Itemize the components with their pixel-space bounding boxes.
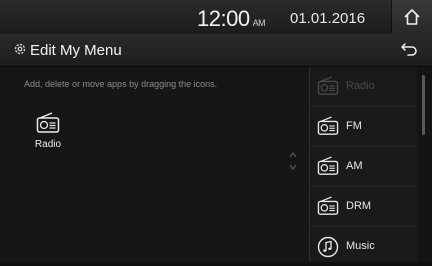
- status-bar: 12:00 AM 01.01.2016: [0, 0, 432, 34]
- app-list-label: AM: [346, 160, 363, 172]
- radio-icon: [317, 116, 339, 135]
- clock-time: 12:00: [197, 6, 250, 31]
- my-menu-area: Add, delete or move apps by dragging the…: [0, 67, 309, 262]
- my-menu-app-radio[interactable]: Radio: [30, 112, 66, 150]
- app-list: Radio FM AM DRM Music: [309, 67, 418, 262]
- app-list-scrollbar[interactable]: [417, 67, 432, 262]
- gear-icon: [14, 43, 26, 55]
- app-list-label: Music: [346, 240, 375, 252]
- date: 01.01.2016: [290, 10, 366, 27]
- music-note-icon: [317, 236, 339, 258]
- home-icon: [404, 9, 420, 25]
- header: Edit My Menu: [0, 34, 432, 67]
- app-list-item-fm[interactable]: FM: [310, 107, 418, 147]
- back-arrow-icon: [401, 43, 417, 56]
- clock: 12:00 AM: [197, 6, 266, 32]
- radio-icon: [36, 112, 60, 133]
- hint-text: Add, delete or move apps by dragging the…: [24, 79, 218, 89]
- radio-icon: [317, 156, 339, 175]
- app-list-item-am[interactable]: AM: [310, 147, 418, 187]
- scrollbar-thumb[interactable]: [422, 75, 425, 135]
- app-list-item-radio[interactable]: Radio: [310, 67, 418, 107]
- clock-ampm: AM: [252, 18, 266, 28]
- radio-icon: [317, 196, 339, 215]
- screen: 12:00 AM 01.01.2016 Edit My Menu Add, del…: [0, 0, 432, 262]
- swap-arrows-icon: [289, 151, 297, 171]
- app-list-label: FM: [346, 120, 362, 132]
- app-list-label: Radio: [346, 80, 375, 92]
- my-menu-app-label: Radio: [34, 139, 62, 150]
- page-title: Edit My Menu: [30, 42, 122, 59]
- app-list-label: DRM: [346, 200, 372, 212]
- app-list-item-drm[interactable]: DRM: [310, 187, 418, 227]
- back-button[interactable]: [400, 40, 418, 63]
- home-button[interactable]: [391, 0, 432, 34]
- radio-icon: [317, 76, 339, 95]
- app-list-item-music[interactable]: Music: [310, 227, 418, 266]
